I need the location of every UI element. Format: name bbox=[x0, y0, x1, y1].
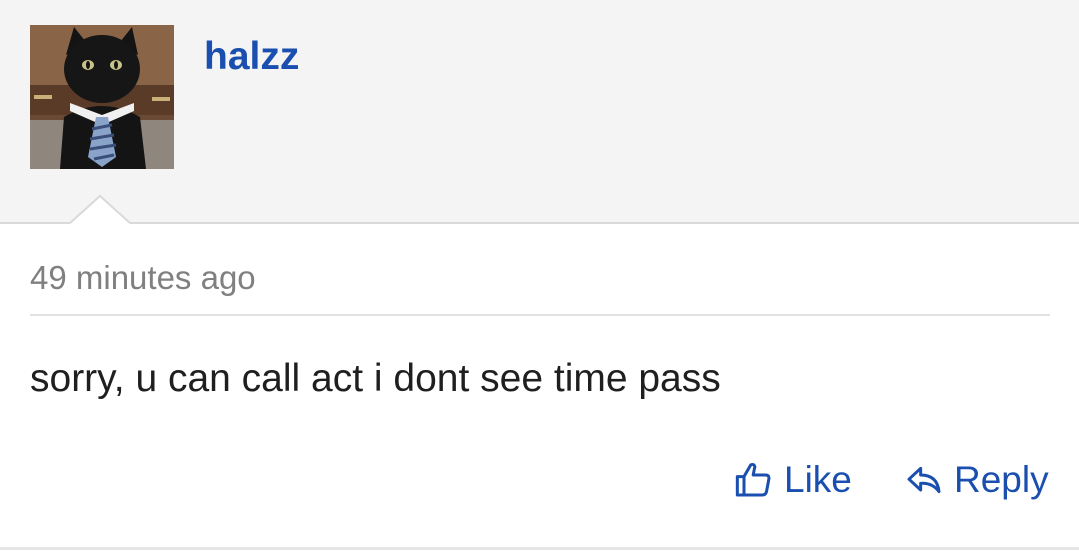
reply-arrow-icon bbox=[907, 466, 941, 494]
user-avatar[interactable] bbox=[30, 25, 174, 169]
divider bbox=[30, 314, 1050, 316]
bottom-divider bbox=[0, 547, 1079, 550]
reply-button[interactable]: Reply bbox=[904, 455, 1049, 505]
username-link[interactable]: halzz bbox=[204, 34, 299, 80]
like-label: Like bbox=[784, 459, 852, 500]
reply-label: Reply bbox=[954, 459, 1049, 500]
comment-text: sorry, u can call act i dont see time pa… bbox=[30, 357, 721, 400]
post-header: halzz bbox=[0, 0, 1079, 224]
like-button[interactable]: Like bbox=[734, 455, 852, 505]
thumbs-up-icon bbox=[735, 462, 771, 497]
header-pointer-notch bbox=[70, 194, 130, 224]
post-timestamp: 49 minutes ago bbox=[30, 259, 256, 296]
